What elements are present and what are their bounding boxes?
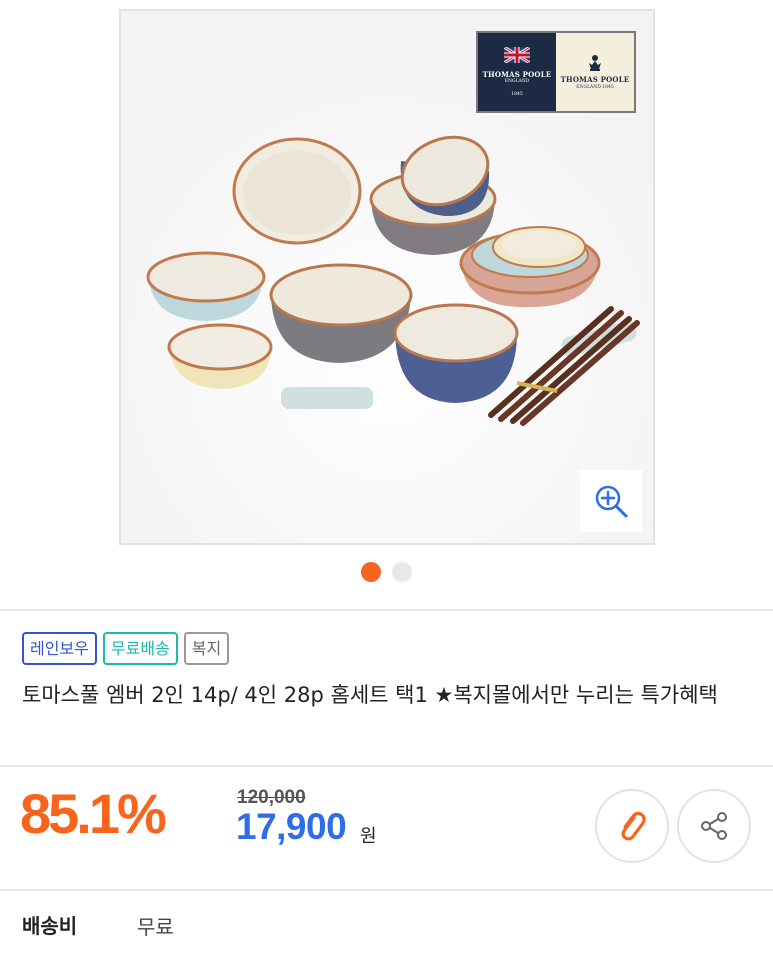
divider <box>0 609 773 611</box>
discount-rate: 85.1% <box>20 782 167 845</box>
clip-button[interactable] <box>595 789 669 863</box>
product-title: 토마스풀 엠버 2인 14p/ 4인 28p 홈세트 택1 ★복지몰에서만 누리… <box>22 683 718 707</box>
union-jack-icon <box>504 46 530 63</box>
brand-logo-left: THOMAS POOLE ENGLAND 1845 <box>478 33 556 111</box>
divider <box>0 889 773 891</box>
divider <box>0 765 773 767</box>
currency-unit: 원 <box>360 826 377 847</box>
zoom-button[interactable] <box>580 470 642 532</box>
badge-free-shipping: 무료배송 <box>102 632 178 665</box>
brand-name-right: THOMAS POOLE <box>560 75 630 85</box>
image-pager <box>0 562 773 582</box>
badge-welfare: 복지 <box>183 632 230 665</box>
sale-price: 17,900 <box>236 806 347 847</box>
paperclip-icon <box>621 811 646 841</box>
pager-dot-2[interactable] <box>392 562 412 582</box>
shipping-value: 무료 <box>137 915 174 939</box>
zoom-in-icon <box>595 485 628 518</box>
share-icon <box>701 812 727 840</box>
shipping-label: 배송비 <box>22 914 78 938</box>
product-image-frame[interactable]: THOMAS POOLE ENGLAND 1845 THOMAS POOLE E… <box>119 9 655 545</box>
crown-icon <box>589 55 601 72</box>
brand-name: THOMAS POOLE <box>482 69 552 79</box>
brand-country: ENGLAND <box>504 79 530 85</box>
brand-country-year: ENGLAND 1845 <box>576 84 614 90</box>
brand-logo: THOMAS POOLE ENGLAND 1845 THOMAS POOLE E… <box>476 31 636 113</box>
badge-rainbow: 레인보우 <box>22 632 97 665</box>
brand-logo-right: THOMAS POOLE ENGLAND 1845 <box>556 33 634 111</box>
share-button[interactable] <box>677 789 751 863</box>
pager-dot-1[interactable] <box>361 562 381 582</box>
badge-list: 레인보우 무료배송 복지 <box>22 632 230 665</box>
brand-year: 1845 <box>511 92 523 98</box>
